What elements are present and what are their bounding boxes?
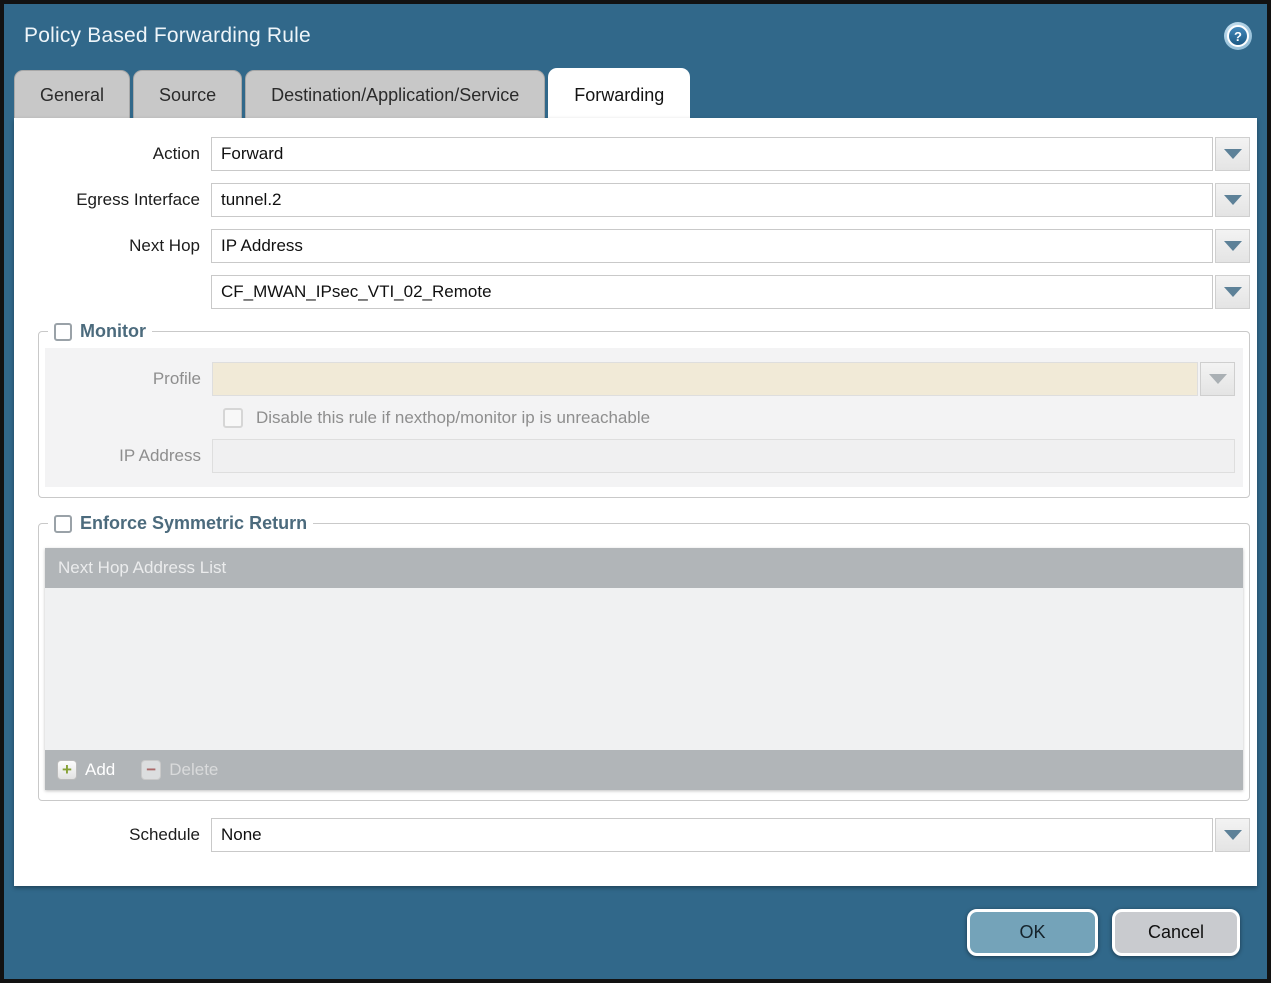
egress-interface-label: Egress Interface	[14, 190, 211, 210]
schedule-label: Schedule	[14, 825, 211, 845]
next-hop-row: Next Hop	[14, 229, 1250, 263]
chevron-down-icon	[1224, 241, 1242, 251]
minus-icon: −	[141, 760, 161, 780]
policy-based-forwarding-rule-dialog: Policy Based Forwarding Rule ? General S…	[0, 0, 1271, 983]
egress-interface-row: Egress Interface	[14, 183, 1250, 217]
enforce-symmetric-return-legend-label: Enforce Symmetric Return	[80, 513, 307, 534]
plus-icon: +	[57, 760, 77, 780]
profile-dropdown-button	[1200, 362, 1235, 396]
enforce-symmetric-return-legend: Enforce Symmetric Return	[48, 513, 313, 534]
next-hop-address-dropdown-button[interactable]	[1215, 275, 1250, 309]
profile-label: Profile	[45, 369, 212, 389]
monitor-legend: Monitor	[48, 321, 152, 342]
monitor-section: Monitor Profile Disable this rule if nex…	[38, 321, 1250, 498]
add-button-label: Add	[85, 760, 115, 780]
title-bar: Policy Based Forwarding Rule ?	[4, 4, 1267, 68]
dialog-footer: OK Cancel	[4, 886, 1267, 979]
chevron-down-icon	[1224, 149, 1242, 159]
next-hop-address-select[interactable]	[211, 275, 1213, 309]
tab-source[interactable]: Source	[133, 70, 242, 118]
chevron-down-icon	[1224, 830, 1242, 840]
forwarding-tab-panel: Action Egress Interface Next Hop	[14, 118, 1257, 886]
help-icon[interactable]: ?	[1224, 22, 1252, 50]
question-mark-glyph: ?	[1227, 25, 1249, 47]
egress-interface-dropdown-button[interactable]	[1215, 183, 1250, 217]
tab-general[interactable]: General	[14, 70, 130, 118]
next-hop-type-select[interactable]	[211, 229, 1213, 263]
chevron-down-icon	[1224, 195, 1242, 205]
enforce-symmetric-return-checkbox[interactable]	[54, 515, 72, 533]
monitor-ip-address-label: IP Address	[45, 446, 212, 466]
action-row: Action	[14, 137, 1250, 171]
add-button[interactable]: + Add	[57, 760, 115, 780]
next-hop-type-dropdown-button[interactable]	[1215, 229, 1250, 263]
delete-button: − Delete	[141, 760, 218, 780]
next-hop-address-list-body[interactable]	[45, 588, 1243, 750]
next-hop-address-row	[14, 275, 1250, 309]
monitor-legend-label: Monitor	[80, 321, 146, 342]
profile-select	[212, 362, 1198, 396]
next-hop-label: Next Hop	[14, 236, 211, 256]
monitor-ip-address-row: IP Address	[45, 439, 1235, 473]
disable-rule-label: Disable this rule if nexthop/monitor ip …	[256, 408, 650, 428]
dialog-title: Policy Based Forwarding Rule	[24, 24, 311, 48]
delete-button-label: Delete	[169, 760, 218, 780]
monitor-ip-address-input	[212, 439, 1235, 473]
next-hop-address-list-table: Next Hop Address List + Add − Delete	[45, 548, 1243, 790]
action-label: Action	[14, 144, 211, 164]
next-hop-address-list-header: Next Hop Address List	[45, 548, 1243, 588]
schedule-dropdown-button[interactable]	[1215, 818, 1250, 852]
tab-bar: General Source Destination/Application/S…	[4, 68, 1267, 118]
profile-row: Profile	[45, 362, 1235, 396]
monitor-checkbox[interactable]	[54, 323, 72, 341]
schedule-row: Schedule	[14, 818, 1250, 852]
ok-button[interactable]: OK	[967, 909, 1098, 956]
next-hop-address-list-toolbar: + Add − Delete	[45, 750, 1243, 790]
tab-forwarding[interactable]: Forwarding	[548, 68, 690, 118]
cancel-button[interactable]: Cancel	[1112, 909, 1240, 956]
chevron-down-icon	[1224, 287, 1242, 297]
chevron-down-icon	[1209, 374, 1227, 384]
disable-rule-row: Disable this rule if nexthop/monitor ip …	[223, 408, 1235, 428]
egress-interface-select[interactable]	[211, 183, 1213, 217]
action-select[interactable]	[211, 137, 1213, 171]
action-dropdown-button[interactable]	[1215, 137, 1250, 171]
schedule-select[interactable]	[211, 818, 1213, 852]
enforce-symmetric-return-section: Enforce Symmetric Return Next Hop Addres…	[38, 513, 1250, 801]
monitor-body: Profile Disable this rule if nexthop/mon…	[45, 348, 1243, 487]
tab-destination-application-service[interactable]: Destination/Application/Service	[245, 70, 545, 118]
disable-rule-checkbox	[223, 408, 243, 428]
